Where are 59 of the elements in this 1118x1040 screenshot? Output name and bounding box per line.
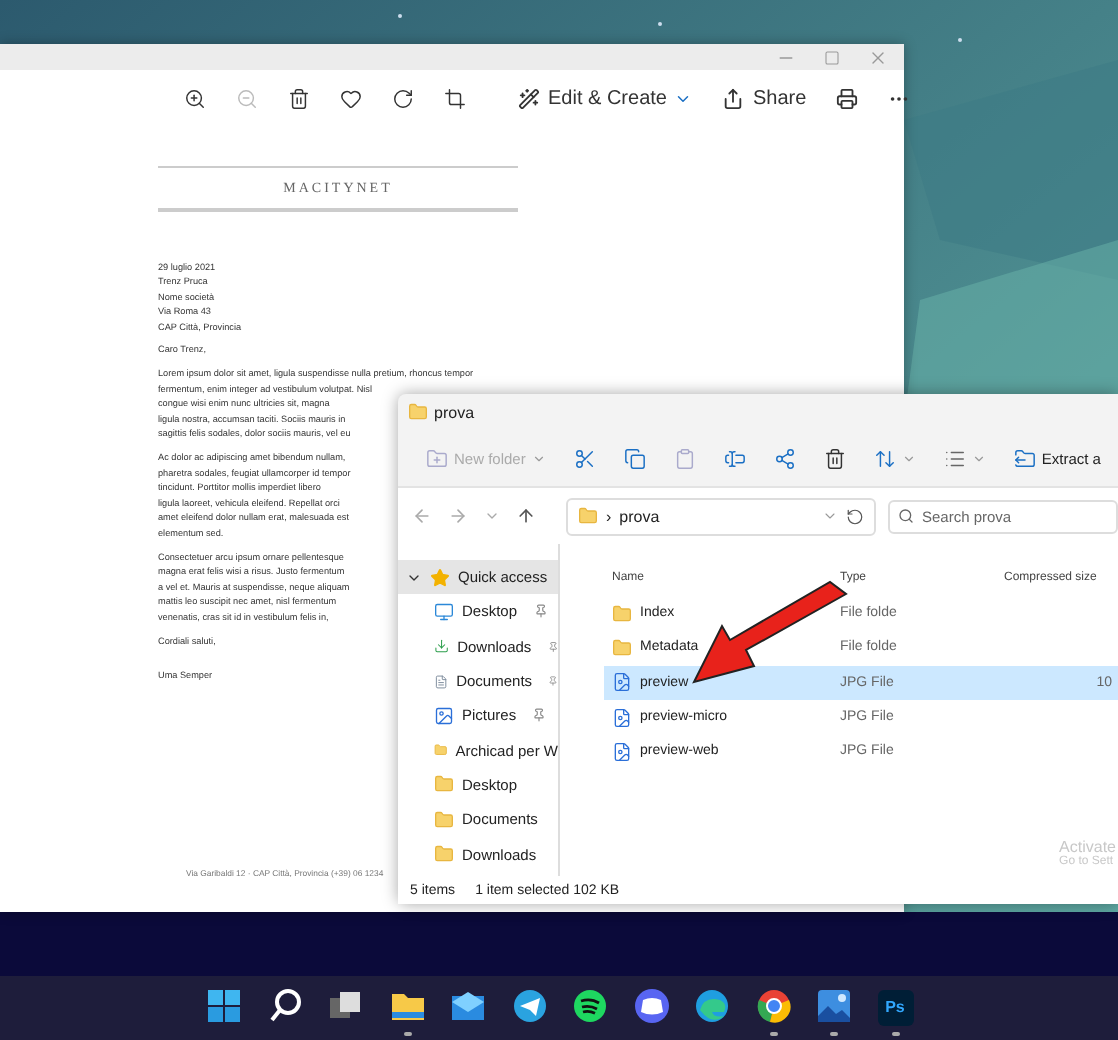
back-icon: [412, 506, 432, 526]
forward-icon: [448, 506, 468, 526]
image-file-icon: [612, 672, 632, 693]
clipboard-icon: [673, 447, 696, 469]
printer-icon: [836, 87, 859, 109]
caret-icon: [901, 451, 916, 465]
up-arrow-icon: [516, 506, 536, 526]
window-title: prova: [434, 403, 475, 421]
caret-icon: [531, 451, 546, 465]
folder-icon: [434, 740, 448, 761]
copy-icon: [623, 447, 646, 469]
share-icon: [773, 447, 796, 469]
search-icon: [265, 985, 305, 1025]
photoshop-icon: Ps: [877, 989, 913, 1025]
folder-icon: [578, 506, 598, 526]
share-icon: [722, 87, 745, 109]
folder-icon: [434, 774, 454, 795]
folder-icon: [612, 603, 632, 624]
dropdown-icon: [822, 508, 838, 524]
search-icon: [898, 507, 914, 523]
folder-icon: [612, 637, 632, 658]
close-icon: [868, 47, 888, 67]
wave-icon: [692, 985, 732, 1025]
sort-icon: [873, 447, 896, 469]
rename-icon: [723, 447, 746, 469]
magic-wand-icon: [518, 87, 540, 109]
photo-icon: [814, 985, 854, 1025]
crop-button[interactable]: [440, 83, 470, 113]
share-button[interactable]: Share: [718, 83, 811, 113]
image-icon: [434, 705, 454, 726]
new-folder-icon: [426, 447, 448, 469]
star-icon: [430, 567, 450, 588]
folder-icon: [434, 809, 454, 830]
paper-plane-icon: [509, 985, 549, 1025]
up-button[interactable]: [514, 504, 538, 528]
refresh-icon: [846, 507, 864, 525]
game-controller-icon: [631, 985, 671, 1025]
sound-waves-icon: [570, 985, 610, 1025]
monitor-icon: [434, 601, 454, 622]
download-icon: [434, 636, 450, 657]
image-file-icon: [612, 707, 632, 728]
maximize-icon: [824, 49, 840, 65]
copy-button[interactable]: [619, 443, 650, 473]
scissors-icon: [573, 447, 596, 469]
delete-button[interactable]: [284, 83, 314, 113]
address-bar[interactable]: › prova: [566, 497, 876, 535]
caret-icon: [484, 508, 500, 524]
print-button[interactable]: [832, 83, 863, 113]
delete-icon: [823, 447, 846, 469]
extract-icon: [1013, 447, 1036, 469]
windows-icon: [204, 985, 244, 1025]
document-icon: [434, 671, 449, 692]
folder-icon: [434, 844, 454, 865]
photoshop-taskbar-button[interactable]: Ps: [873, 979, 917, 1037]
circle-icon: [753, 985, 793, 1025]
edit-create-button[interactable]: Edit & Create: [514, 83, 697, 113]
folder-icon: [408, 402, 428, 422]
caret-icon: [971, 451, 986, 465]
image-file-icon: [612, 741, 632, 762]
